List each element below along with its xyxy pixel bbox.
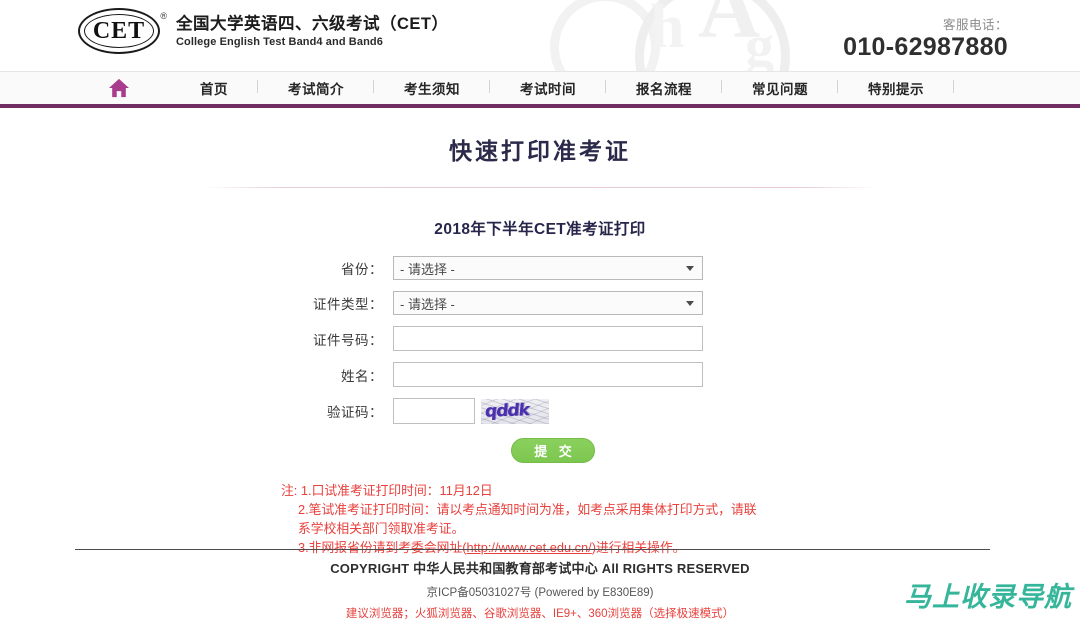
chevron-down-icon bbox=[686, 266, 694, 271]
notes-block: 注: 1.口试准考证打印时间：11月12日 2.笔试准考证打印时间：请以考点通知… bbox=[0, 481, 1080, 557]
captcha-image[interactable]: qddk bbox=[481, 398, 549, 424]
captcha-input[interactable] bbox=[393, 398, 475, 424]
form-row-id-type: 证件类型： - 请选择 - bbox=[0, 291, 1080, 315]
note-line-2b: 系学校相关部门领取准考证。 bbox=[298, 521, 465, 536]
main-content: 快速打印准考证 2018年下半年CET准考证打印 省份： - 请选择 - 证件类… bbox=[0, 108, 1080, 557]
watermark-letter-h: h bbox=[650, 0, 685, 61]
site-logo[interactable]: CET ® 全国大学英语四、六级考试（CET） College English … bbox=[78, 8, 449, 54]
note-line-3: 3.非网报省份请到考委会网址(http://www.cet.edu.cn/)进行… bbox=[281, 538, 1080, 557]
hotline-label: 客服电话： bbox=[942, 18, 1008, 32]
form-row-captcha: 验证码： qddk bbox=[0, 398, 1080, 424]
captcha-text: qddk bbox=[484, 399, 530, 422]
site-header: h A g CET ® 全国大学英语四、六级考试（CET） College En… bbox=[0, 0, 1080, 72]
submit-row: 提 交 bbox=[26, 438, 1080, 463]
province-label: 省份： bbox=[341, 262, 383, 277]
nav-item-5[interactable]: 常见问题 bbox=[722, 78, 838, 98]
site-title-en: College English Test Band4 and Band6 bbox=[176, 36, 383, 49]
home-icon[interactable] bbox=[108, 78, 130, 98]
watermark-letter-g: g bbox=[745, 13, 774, 72]
watermark-letter-a: A bbox=[698, 0, 761, 56]
nav-item-1[interactable]: 考试简介 bbox=[258, 78, 374, 98]
watermark-seal-icon bbox=[550, 0, 660, 71]
brand-watermark: 马上收录导航 bbox=[904, 582, 1072, 612]
name-input[interactable] bbox=[393, 362, 703, 387]
province-select[interactable]: - 请选择 - bbox=[393, 256, 703, 280]
main-navigation: 首页 考试简介 考生须知 考试时间 报名流程 常见问题 特别提示 bbox=[0, 72, 1080, 108]
id-type-label: 证件类型： bbox=[313, 297, 383, 312]
cet-logo-icon: CET ® bbox=[78, 8, 167, 54]
hotline-number: 010-62987880 bbox=[843, 33, 1008, 61]
page-root: h A g CET ® 全国大学英语四、六级考试（CET） College En… bbox=[0, 0, 1080, 622]
page-title: 快速打印准考证 bbox=[449, 138, 631, 164]
nav-item-3[interactable]: 考试时间 bbox=[490, 78, 606, 98]
registered-mark: ® bbox=[160, 11, 167, 21]
form-row-id-number: 证件号码： bbox=[0, 326, 1080, 351]
form-row-province: 省份： - 请选择 - bbox=[0, 256, 1080, 280]
submit-button[interactable]: 提 交 bbox=[511, 438, 595, 463]
nav-item-4[interactable]: 报名流程 bbox=[606, 78, 722, 98]
nav-item-2[interactable]: 考生须知 bbox=[374, 78, 490, 98]
nav-item-0[interactable]: 首页 bbox=[170, 78, 258, 98]
form-subtitle: 2018年下半年CET准考证打印 bbox=[434, 221, 646, 238]
site-title-cn: 全国大学英语四、六级考试（CET） bbox=[176, 14, 449, 33]
id-number-label: 证件号码： bbox=[313, 332, 383, 348]
hotline-block: 客服电话： 010-62987880 bbox=[843, 14, 1008, 60]
name-label: 姓名： bbox=[341, 368, 383, 384]
province-select-value: - 请选择 - bbox=[400, 261, 455, 277]
id-type-select[interactable]: - 请选择 - bbox=[393, 291, 703, 315]
header-watermark: h A g bbox=[540, 0, 870, 72]
note-line-3-after: )进行相关操作。 bbox=[591, 540, 686, 555]
note-line-3-before: 3.非网报省份请到考委会网址( bbox=[298, 540, 467, 555]
print-admission-form: 省份： - 请选择 - 证件类型： - 请选择 - 证件号码： 姓名： 验证码：… bbox=[0, 256, 1080, 463]
id-type-select-value: - 请选择 - bbox=[400, 296, 455, 312]
id-number-input[interactable] bbox=[393, 326, 703, 351]
nav-item-6[interactable]: 特别提示 bbox=[838, 78, 954, 98]
note-line-1: 注: 1.口试准考证打印时间：11月12日 bbox=[281, 483, 493, 498]
cet-website-link[interactable]: http://www.cet.edu.cn/ bbox=[467, 540, 592, 555]
logo-title-group: 全国大学英语四、六级考试（CET） College English Test B… bbox=[176, 14, 449, 49]
form-row-name: 姓名： bbox=[0, 362, 1080, 387]
logo-mark-text: CET bbox=[92, 17, 146, 44]
watermark-seal-icon bbox=[635, 0, 790, 71]
captcha-label: 验证码： bbox=[327, 405, 383, 420]
footer-divider bbox=[75, 549, 990, 550]
title-divider bbox=[202, 187, 878, 188]
chevron-down-icon bbox=[686, 301, 694, 306]
note-line-2: 2.笔试准考证打印时间：请以考点通知时间为准，如考点采用集体打印方式，请联 bbox=[298, 502, 757, 517]
